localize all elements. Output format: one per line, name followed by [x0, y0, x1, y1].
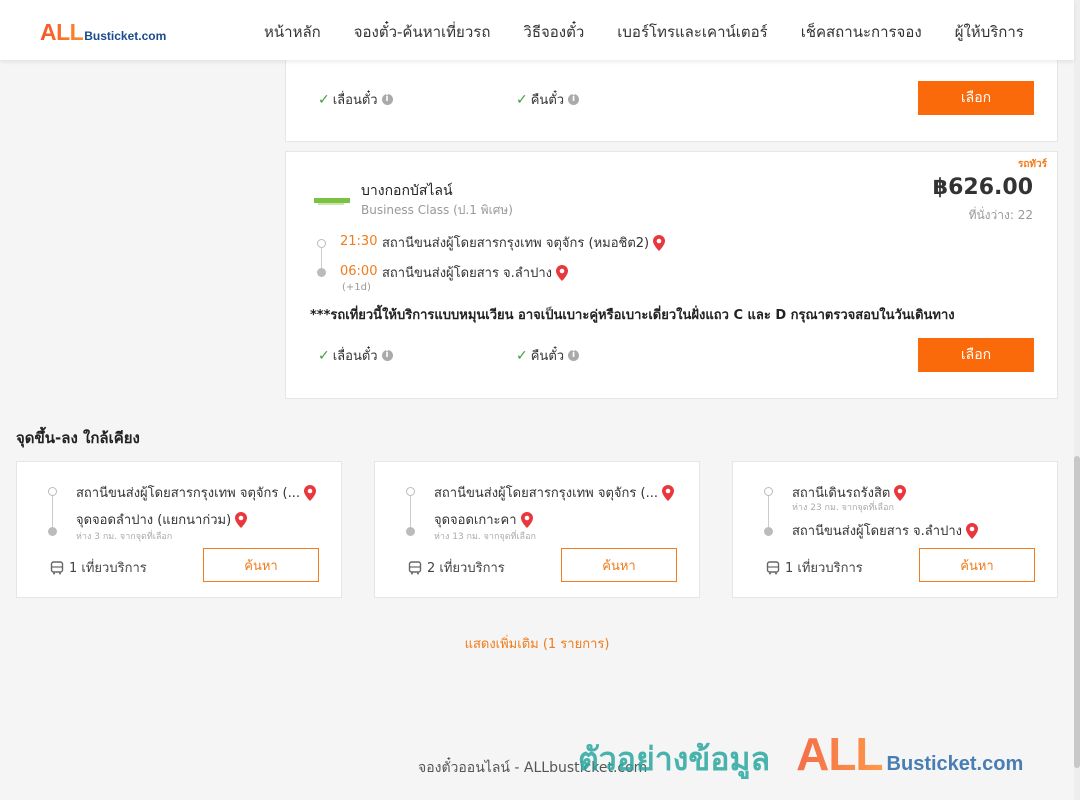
arrival-station: สถานีขนส่งผู้โดยสาร จ.ลำปาง: [382, 262, 568, 283]
trip-price: ฿626.00: [932, 175, 1033, 200]
trip-card: รถทัวร์ บางกอกบัสไลน์ Business Class (ป.…: [285, 151, 1058, 399]
show-more-link[interactable]: แสดงเพิ่มเติม (1 รายการ): [0, 633, 1074, 654]
arrival-time: 06:00: [340, 264, 378, 279]
timeline-end-dot: [48, 527, 57, 536]
departure-station: สถานีขนส่งผู้โดยสารกรุงเทพ จตุจักร (หมอช…: [382, 232, 666, 253]
timeline-end-dot: [764, 527, 773, 536]
nearby-trip-count: 2 เที่ยวบริการ: [408, 557, 505, 578]
nearby-section-title: จุดขึ้น-ลง ใกล้เคียง: [16, 429, 140, 447]
feature-reschedule: ✓ เลื่อนตั๋ว i: [318, 89, 393, 110]
timeline-line: [52, 496, 53, 527]
trip-notice: ***รถเที่ยวนี้ให้บริการแบบหมุนเวียน อาจเ…: [310, 308, 955, 323]
nearby-distance: ห่าง 23 กม. จากจุดที่เลือก: [792, 503, 894, 513]
nearby-trip-count: 1 เที่ยวบริการ: [50, 557, 147, 578]
search-button[interactable]: ค้นหา: [919, 548, 1035, 582]
bus-icon: [408, 560, 422, 574]
operator-logo-icon: [314, 198, 350, 205]
bus-class: Business Class (ป.1 พิเศษ): [361, 203, 513, 217]
nav-check-status[interactable]: เช็คสถานะการจอง: [801, 20, 922, 44]
feature-refund: ✓ คืนตั๋ว i: [516, 89, 580, 110]
check-icon: ✓: [516, 91, 528, 108]
scrollbar-thumb[interactable]: [1074, 456, 1080, 768]
select-button[interactable]: เลือก: [918, 81, 1034, 115]
nearby-card: สถานีขนส่งผู้โดยสารกรุงเทพ จตุจักร (... …: [16, 461, 342, 598]
map-pin-icon[interactable]: [965, 522, 978, 539]
site-logo[interactable]: ALL Busticket.com: [40, 19, 166, 46]
nearby-from: สถานีขนส่งผู้โดยสารกรุงเทพ จตุจักร (...: [434, 482, 674, 503]
info-icon[interactable]: i: [381, 94, 393, 105]
bus-icon: [50, 560, 64, 574]
operator-name: บางกอกบัสไลน์: [361, 183, 453, 199]
select-button[interactable]: เลือก: [918, 338, 1034, 372]
timeline-start-dot: [406, 487, 415, 496]
nav-operators[interactable]: ผู้ให้บริการ: [955, 20, 1024, 44]
timeline-start-dot: [317, 239, 326, 248]
arrival-day-offset: (+1d): [342, 282, 371, 293]
check-icon: ✓: [516, 347, 528, 364]
info-icon[interactable]: i: [568, 350, 580, 361]
info-icon[interactable]: i: [568, 94, 580, 105]
nearby-to: จุดจอดเกาะคา: [434, 509, 533, 530]
map-pin-icon[interactable]: [303, 484, 316, 501]
search-button[interactable]: ค้นหา: [561, 548, 677, 582]
nav-how-to-book[interactable]: วิธีจองตั๋ว: [523, 20, 584, 44]
feature-refund: ✓ คืนตั๋ว i: [516, 345, 580, 366]
timeline-line: [410, 496, 411, 527]
map-pin-icon[interactable]: [520, 511, 533, 528]
timeline-start-dot: [48, 487, 57, 496]
info-icon[interactable]: i: [381, 350, 393, 361]
bus-icon: [766, 560, 780, 574]
nearby-from: สถานีขนส่งผู้โดยสารกรุงเทพ จตุจักร (...: [76, 482, 316, 503]
search-button[interactable]: ค้นหา: [203, 548, 319, 582]
bus-type-tag: รถทัวร์: [1017, 159, 1047, 170]
nearby-card: สถานีเดินรถรังสิต ห่าง 23 กม. จากจุดที่เ…: [732, 461, 1058, 598]
check-icon: ✓: [318, 91, 330, 108]
map-pin-icon[interactable]: [894, 484, 907, 501]
timeline-line: [768, 496, 769, 527]
nearby-to: จุดจอดลำปาง (แยกนาก่วม): [76, 509, 248, 530]
nearby-to: สถานีขนส่งผู้โดยสาร จ.ลำปาง: [792, 520, 978, 541]
nearby-card: สถานีขนส่งผู้โดยสารกรุงเทพ จตุจักร (... …: [374, 461, 700, 598]
main-nav: หน้าหลัก จองตั๋ว-ค้นหาเที่ยวรถ วิธีจองตั…: [264, 20, 1057, 44]
timeline-end-dot: [406, 527, 415, 536]
timeline-end-dot: [317, 268, 326, 277]
map-pin-icon[interactable]: [653, 234, 666, 251]
nav-book-search[interactable]: จองตั๋ว-ค้นหาเที่ยวรถ: [354, 20, 491, 44]
nearby-distance: ห่าง 3 กม. จากจุดที่เลือก: [76, 532, 173, 542]
timeline-line: [321, 248, 322, 268]
nearby-trip-count: 1 เที่ยวบริการ: [766, 557, 863, 578]
timeline-start-dot: [764, 487, 773, 496]
map-pin-icon[interactable]: [235, 511, 248, 528]
nav-home[interactable]: หน้าหลัก: [264, 20, 321, 44]
seats-available: ที่นั่งว่าง: 22: [968, 208, 1033, 222]
trip-card-previous: ✓ เลื่อนตั๋ว i ✓ คืนตั๋ว i เลือก: [285, 50, 1058, 142]
map-pin-icon[interactable]: [555, 264, 568, 281]
top-header: ALL Busticket.com หน้าหลัก จองตั๋ว-ค้นหา…: [0, 0, 1074, 60]
nearby-distance: ห่าง 13 กม. จากจุดที่เลือก: [434, 532, 536, 542]
nav-contacts[interactable]: เบอร์โทรและเคาน์เตอร์: [617, 20, 767, 44]
departure-time: 21:30: [340, 234, 378, 249]
watermark: ตัวอย่างข้อมูล ALL Busticket.com: [578, 728, 1024, 780]
feature-reschedule: ✓ เลื่อนตั๋ว i: [318, 345, 393, 366]
map-pin-icon[interactable]: [661, 484, 674, 501]
check-icon: ✓: [318, 347, 330, 364]
